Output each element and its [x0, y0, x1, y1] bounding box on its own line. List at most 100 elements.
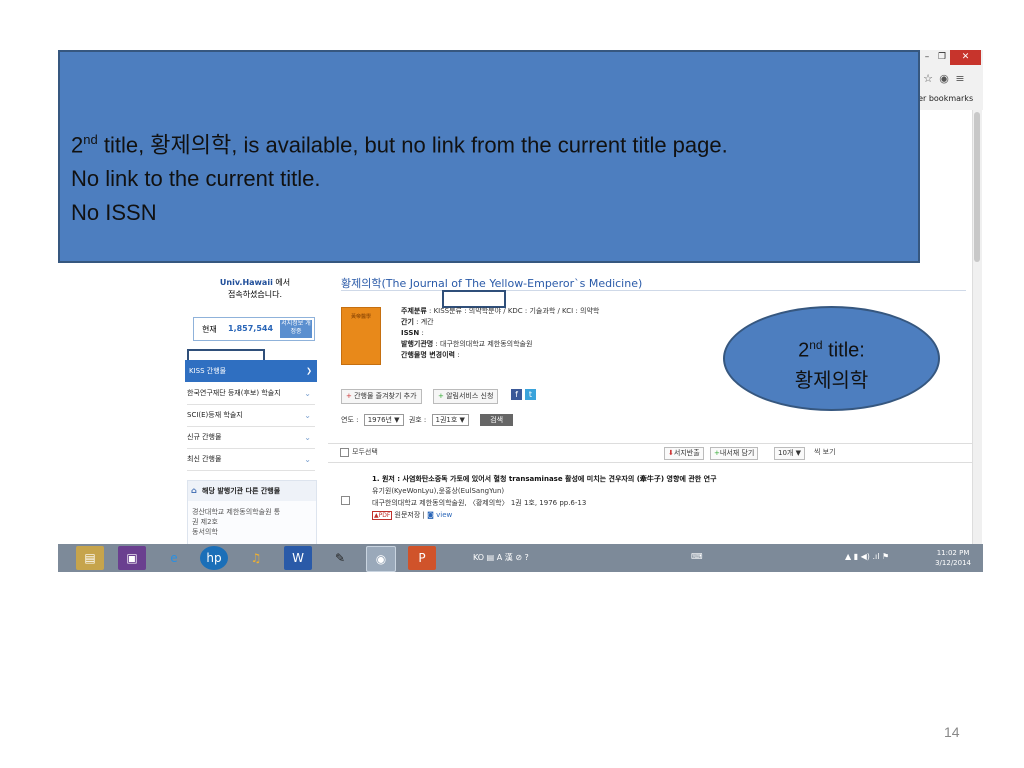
save-library-button[interactable]: +내서재 담기: [710, 447, 759, 460]
export-label: 서지반출: [673, 449, 700, 457]
other-bookmarks[interactable]: her bookmarks: [913, 94, 973, 103]
alert-label: 알림서비스 신청: [446, 392, 494, 400]
search-button[interactable]: 검색: [480, 414, 514, 426]
favorite-journal-button[interactable]: + 간행물 즐겨찾기 추가: [341, 389, 422, 404]
minimize-button[interactable]: –: [920, 50, 934, 65]
star-icon[interactable]: ☆: [920, 72, 936, 85]
ime-icons: ▤ A 漢 ⊘ ?: [486, 553, 529, 562]
checkbox-icon[interactable]: [340, 447, 349, 457]
pub-head-label: 해당 발행기관 다른 간행물: [202, 487, 281, 495]
save-library-label: 내서재 담기: [719, 449, 755, 457]
close-button[interactable]: ✕: [950, 50, 981, 65]
meta-frequency: 간기 : 계간: [401, 318, 434, 326]
counter-button[interactable]: 서지정보 개정중: [280, 320, 312, 338]
chrome-icon[interactable]: ◉: [366, 546, 396, 572]
export-button[interactable]: ⬇서지반출: [664, 447, 704, 460]
year-select[interactable]: 1976년 ▼: [363, 414, 404, 426]
headphones-icon[interactable]: ♫: [242, 546, 270, 570]
univ-name: Univ.Hawaii: [219, 278, 273, 287]
menu-icon[interactable]: ≡: [952, 72, 968, 85]
pub-link-2[interactable]: 동서의학: [192, 528, 218, 536]
chevron-down-icon: ⌄: [304, 433, 311, 442]
pdf-icon[interactable]: ▲PDF: [372, 511, 393, 520]
title-divider: [341, 290, 966, 291]
meta-title-history: 간행물명 변경이력 :: [401, 351, 460, 359]
result-item: 1. 원저 : 사염화탄소중독 가토에 있어서 혈청 transaminase …: [372, 473, 717, 522]
clock[interactable]: 11:02 PM 3/12/2014: [935, 548, 971, 568]
callout-box: 2nd title, 황제의학, is available, but no li…: [58, 50, 920, 263]
plus-icon: +: [438, 392, 444, 400]
word-icon[interactable]: W: [284, 546, 312, 570]
volume-label: 권호 :: [408, 416, 427, 424]
chevron-down-icon: ⌄: [304, 411, 311, 420]
keyboard-icon[interactable]: ⌨: [691, 552, 703, 561]
result-actions: ▲PDF 원문저장 | ◙ view: [372, 511, 453, 520]
chevron-down-icon: ⌄: [304, 455, 311, 464]
file-explorer-icon[interactable]: ▤: [76, 546, 104, 570]
home-icon: ⌂: [191, 486, 197, 495]
favorite-label: 간행물 즐겨찾기 추가: [354, 392, 417, 400]
alert-service-button[interactable]: + 알림서비스 신청: [433, 389, 499, 404]
year-label: 연도 :: [341, 416, 359, 424]
callout-ellipse: 2nd title: 황제의학: [723, 306, 940, 411]
view-link[interactable]: view: [436, 511, 452, 519]
sidebar-item-sci[interactable]: SCI(E)등재 학술지 ⌄: [187, 405, 315, 427]
select-all-label: 모두선택: [352, 448, 378, 456]
login-notice: Univ.Hawaii 에서 접속하셨습니다.: [215, 277, 295, 301]
internet-explorer-icon[interactable]: e: [160, 546, 188, 570]
meta-publisher: 발행기관명 : 대구한의대학교 제한동의학술원: [401, 340, 533, 348]
select-all[interactable]: 모두선택: [340, 447, 378, 457]
univ-suffix: 에서: [272, 278, 291, 287]
twitter-icon[interactable]: t: [525, 389, 536, 400]
sidebar-item-label: 최신 간행물: [187, 455, 222, 463]
meta-subject: 주제분류 : KISS분류 : 의약학분야 / KDC : 기술과학 / KCI…: [401, 307, 600, 315]
clock-time: 11:02 PM: [936, 549, 970, 557]
sidebar-item-kiss[interactable]: KISS 간행물 ❯: [185, 360, 317, 382]
journal-metadata: 주제분류 : KISS분류 : 의약학분야 / KDC : 기술과학 / KCI…: [401, 306, 599, 361]
microphone-icon[interactable]: ✎: [326, 546, 354, 570]
counter-value: 1,857,544: [228, 324, 274, 333]
other-publications-header: ⌂ 해당 발행기관 다른 간행물: [188, 481, 316, 501]
hp-icon[interactable]: hp: [200, 546, 228, 570]
callout-line-3: No ISSN: [71, 200, 157, 226]
other-publications-list: 경산대학교 제한동의학술원 통 권 제2호 동서의학: [188, 501, 316, 543]
onenote-icon[interactable]: ▣: [118, 546, 146, 570]
sidebar-item-new[interactable]: 신규 간행물 ⌄: [187, 427, 315, 449]
page-number: 14: [944, 724, 960, 740]
ellipse-line-2: 황제의학: [794, 369, 869, 392]
meta-issn: ISSN :: [401, 329, 424, 337]
language-indicator[interactable]: KO ▤ A 漢 ⊘ ?: [473, 552, 529, 563]
sidebar-item-label: SCI(E)등재 학술지: [187, 411, 243, 419]
windows-taskbar: ▤ ▣ e hp ♫ W ✎ ◉ P KO ▤ A 漢 ⊘ ? ⌨ ▲ ▮ ◀)…: [58, 544, 983, 572]
journal-cover-image: 黃帝醫學: [341, 307, 381, 365]
powerpoint-icon[interactable]: P: [408, 546, 436, 570]
scrollbar-thumb[interactable]: [974, 112, 980, 262]
ellipse-text: 2nd title: 황제의학: [725, 330, 938, 396]
sidebar-item-label: 신규 간행물: [187, 433, 222, 441]
journal-title: 황제의학(The Journal of The Yellow-Emperor`s…: [341, 277, 643, 290]
pub-link-1-cont[interactable]: 권 제2호: [192, 518, 218, 526]
result-title[interactable]: 1. 원저 : 사염화탄소중독 가토에 있어서 혈청 transaminase …: [372, 473, 717, 485]
result-authors: 유기원(KyeWonLyu),윤홍상(EulSangYun): [372, 487, 505, 495]
volume-select[interactable]: 1권1호 ▼: [431, 414, 469, 426]
tray-icons[interactable]: ▲ ▮ ◀) .ıl ⚑: [845, 552, 889, 561]
extension-icons: ☆ ◉ ≡: [920, 72, 968, 85]
callout-line-2: No link to the current title.: [71, 166, 321, 192]
cover-text: 黃帝醫學: [350, 314, 371, 320]
extension-icon[interactable]: ◉: [936, 72, 952, 85]
facebook-icon[interactable]: f: [511, 389, 522, 400]
per-page-suffix: 씩 보기: [814, 448, 836, 456]
chevron-right-icon: ❯: [306, 367, 312, 375]
result-source: 대구한의대학교 제한동의학술원, 〈황제의학〉 1권 1호, 1976 pp.6…: [372, 499, 587, 507]
sidebar-item-label: KISS 간행물: [189, 367, 227, 375]
sidebar-item-nrf[interactable]: 한국연구재단 등재(후보) 학술지 ⌄: [187, 383, 315, 405]
sidebar-item-label: 한국연구재단 등재(후보) 학술지: [187, 389, 281, 397]
per-page-select[interactable]: 10개 ▼: [774, 447, 805, 460]
save-original-link[interactable]: 원문저장: [395, 511, 421, 519]
ellipse-line-1: 2nd title:: [798, 338, 865, 362]
sidebar-item-latest[interactable]: 최신 간행물 ⌄: [187, 449, 315, 471]
result-checkbox[interactable]: [341, 496, 350, 505]
maximize-button[interactable]: ❐: [934, 50, 950, 65]
callout-line-1: 2nd title, 황제의학, is available, but no li…: [71, 132, 728, 158]
pub-link-1[interactable]: 경산대학교 제한동의학술원 통: [192, 508, 280, 516]
